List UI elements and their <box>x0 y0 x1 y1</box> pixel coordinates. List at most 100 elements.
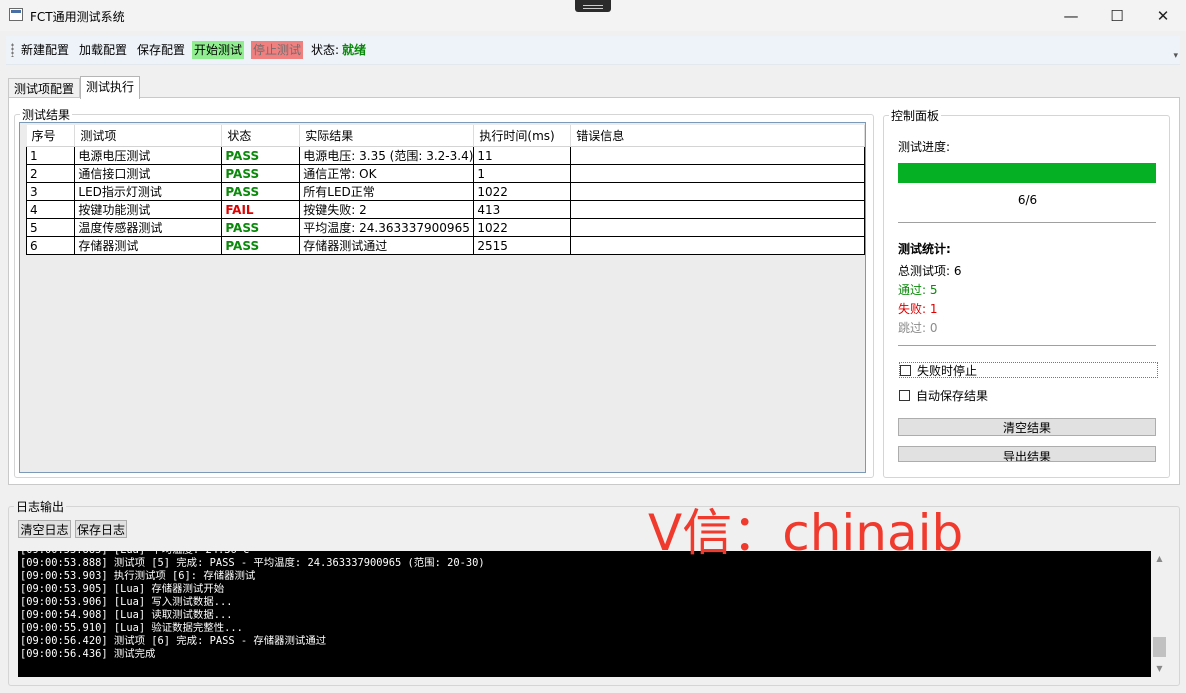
stat-failed: 失败: 1 <box>898 302 938 316</box>
status-label: 状态: <box>311 43 340 57</box>
cell-actual: 存储器测试通过 <box>299 236 475 255</box>
minimize-button[interactable]: — <box>1048 0 1094 31</box>
cell-time: 413 <box>473 200 572 219</box>
cell-status: PASS <box>221 164 301 183</box>
cell-status: FAIL <box>221 200 301 219</box>
cell-error <box>570 200 865 219</box>
cell-actual: 平均温度: 24.363337900965 <box>299 218 475 237</box>
scroll-up-icon[interactable]: ▲ <box>1151 551 1168 567</box>
column-header[interactable]: 测试项 <box>74 125 223 147</box>
cell-error <box>570 146 865 165</box>
window-title: FCT通用测试系统 <box>30 10 125 24</box>
cell-item: 电源电压测试 <box>74 146 223 165</box>
cell-error <box>570 182 865 201</box>
cell-error <box>570 236 865 255</box>
watermark-text: V信：chinaib <box>648 504 964 562</box>
cell-no: 1 <box>25 146 76 165</box>
column-header[interactable]: 实际结果 <box>299 125 475 147</box>
divider <box>898 345 1156 346</box>
log-line: [09:00:53.888] 测试项 [5] 完成: PASS - 平均温度: … <box>20 557 485 569</box>
results-group-title: 测试结果 <box>20 106 73 123</box>
log-line: [09:00:56.436] 测试完成 <box>20 648 156 660</box>
results-table: 序号 测试项 状态 实际结果 执行时间(ms) 错误信息 1 电源电压测试 PA… <box>25 125 865 255</box>
results-header-row: 序号 测试项 状态 实际结果 执行时间(ms) 错误信息 <box>26 125 865 147</box>
log-line: [09:00:56.420] 测试项 [6] 完成: PASS - 存储器测试通… <box>20 635 327 647</box>
test-progress-bar <box>898 163 1156 183</box>
stat-passed: 通过: 5 <box>898 283 938 297</box>
cell-time: 1022 <box>473 182 572 201</box>
cell-item: 通信接口测试 <box>74 164 223 183</box>
progress-fill <box>898 163 1156 183</box>
cell-status: PASS <box>221 236 301 255</box>
log-group-title: 日志输出 <box>14 498 67 515</box>
stop-on-fail-checkbox[interactable]: 失败时停止 <box>899 362 1158 378</box>
stat-total: 总测试项: 6 <box>898 264 962 278</box>
table-row[interactable]: 1 电源电压测试 PASS 电源电压: 3.35 (范围: 3.2-3.4) 1… <box>25 146 865 165</box>
stop-test-button[interactable]: 停止测试 <box>251 41 304 59</box>
progress-text: 6/6 <box>1017 193 1038 207</box>
close-button[interactable]: ✕ <box>1140 0 1186 31</box>
cell-actual: 按键失败: 2 <box>299 200 475 219</box>
divider <box>898 222 1156 223</box>
auto-save-checkbox[interactable]: 自动保存结果 <box>899 387 988 404</box>
log-line: [09:00:53.903] 执行测试项 [6]: 存储器测试 <box>20 570 256 582</box>
cell-actual: 电源电压: 3.35 (范围: 3.2-3.4) <box>299 146 475 165</box>
stat-skipped: 跳过: 0 <box>898 321 938 335</box>
column-header[interactable]: 序号 <box>26 125 76 147</box>
cell-no: 6 <box>25 236 76 255</box>
cell-status: PASS <box>221 182 301 201</box>
maximize-button[interactable]: ☐ <box>1094 0 1140 31</box>
table-row[interactable]: 6 存储器测试 PASS 存储器测试通过 2515 <box>25 236 865 255</box>
snap-handle-icon[interactable] <box>575 0 611 12</box>
control-panel: 控制面板 测试进度: 6/6 测试统计: 总测试项: 6 通过: 5 失败: 1… <box>883 107 1170 478</box>
tab-test-config[interactable]: 测试项配置 <box>8 78 81 99</box>
new-config-button[interactable]: 新建配置 <box>19 41 71 59</box>
results-grid[interactable]: 序号 测试项 状态 实际结果 执行时间(ms) 错误信息 1 电源电压测试 PA… <box>19 122 866 473</box>
cell-no: 5 <box>25 218 76 237</box>
cell-no: 2 <box>25 164 76 183</box>
log-console[interactable]: [09:00:53.885] [Lua] 平均温度: 24.36°C[09:00… <box>18 551 1168 677</box>
cell-actual: 所有LED正常 <box>299 182 475 201</box>
export-results-button[interactable]: 导出结果 <box>898 446 1156 462</box>
checkbox-box[interactable] <box>900 364 911 376</box>
table-row[interactable]: 4 按键功能测试 FAIL 按键失败: 2 413 <box>25 200 865 219</box>
clear-results-button[interactable]: 清空结果 <box>898 418 1156 436</box>
scroll-down-icon[interactable]: ▼ <box>1151 661 1168 677</box>
column-header[interactable]: 执行时间(ms) <box>473 125 572 147</box>
save-log-button[interactable]: 保存日志 <box>75 520 127 538</box>
status-value: 就绪 <box>342 43 367 57</box>
cell-error <box>570 164 865 183</box>
save-config-button[interactable]: 保存配置 <box>135 41 187 59</box>
log-scrollbar[interactable]: ▲ ▼ <box>1151 551 1168 677</box>
toolbar-overflow-icon[interactable]: ▾ <box>1173 51 1178 61</box>
column-header[interactable]: 状态 <box>221 125 301 147</box>
table-row[interactable]: 2 通信接口测试 PASS 通信正常: OK 1 <box>25 164 865 183</box>
cell-no: 4 <box>25 200 76 219</box>
cell-status: PASS <box>221 218 301 237</box>
load-config-button[interactable]: 加载配置 <box>77 41 129 59</box>
scrollbar-thumb[interactable] <box>1153 637 1166 657</box>
table-row[interactable]: 5 温度传感器测试 PASS 平均温度: 24.363337900965 102… <box>25 218 865 237</box>
cell-item: 按键功能测试 <box>74 200 223 219</box>
cell-item: 温度传感器测试 <box>74 218 223 237</box>
cell-status: PASS <box>221 146 301 165</box>
table-row[interactable]: 3 LED指示灯测试 PASS 所有LED正常 1022 <box>25 182 865 201</box>
log-lines: [09:00:53.885] [Lua] 平均温度: 24.36°C[09:00… <box>20 551 485 661</box>
checkbox-box[interactable] <box>899 390 910 401</box>
cell-no: 3 <box>25 182 76 201</box>
app-window-icon <box>9 8 23 21</box>
log-line: [09:00:55.910] [Lua] 验证数据完整性... <box>20 622 243 634</box>
cell-item: 存储器测试 <box>74 236 223 255</box>
log-line: [09:00:53.905] [Lua] 存储器测试开始 <box>20 583 225 595</box>
start-test-button[interactable]: 开始测试 <box>192 41 245 59</box>
cell-time: 1022 <box>473 218 572 237</box>
cell-time: 2515 <box>473 236 572 255</box>
title-bar: FCT通用测试系统 — ☐ ✕ <box>0 0 1186 31</box>
tab-test-execution[interactable]: 测试执行 <box>80 76 141 99</box>
control-panel-title: 控制面板 <box>889 107 942 124</box>
checkbox-label: 失败时停止 <box>917 363 978 378</box>
toolbar-grip-icon[interactable] <box>11 43 14 57</box>
column-header[interactable]: 错误信息 <box>570 125 865 147</box>
clear-log-button[interactable]: 清空日志 <box>18 520 71 538</box>
progress-label: 测试进度: <box>898 140 951 154</box>
